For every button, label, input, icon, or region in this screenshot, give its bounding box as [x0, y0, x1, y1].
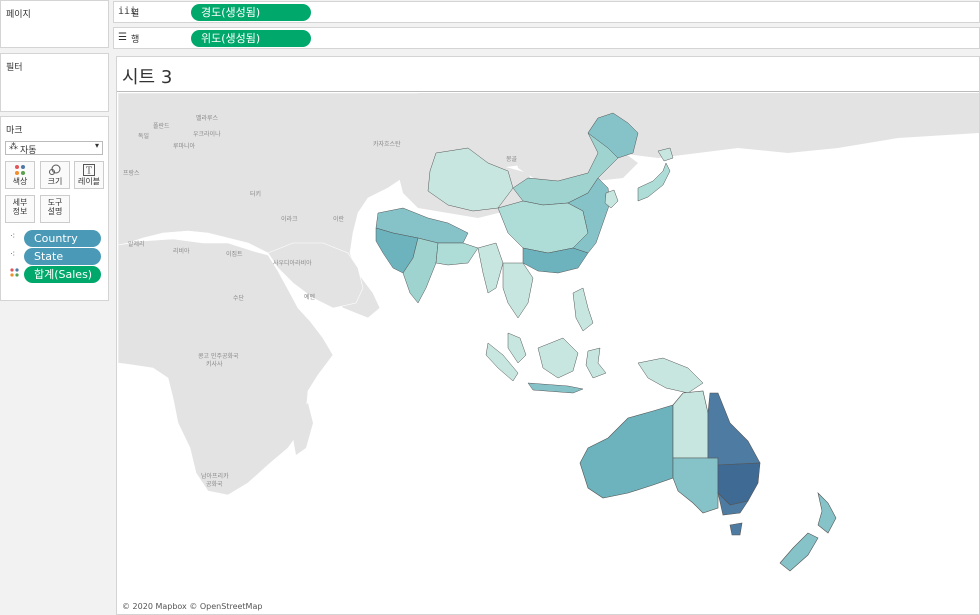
- label-south-africa-1: 남아프리카: [201, 472, 229, 480]
- region-india-east: [435, 242, 479, 266]
- region-japan: [637, 162, 671, 202]
- detail-label-2: 정보: [12, 207, 28, 216]
- svg-text:T: T: [86, 167, 92, 177]
- state-pill[interactable]: State: [24, 248, 101, 265]
- color-dots-icon: [10, 268, 19, 280]
- sales-pill[interactable]: 합계(Sales): [24, 266, 101, 283]
- mark-type-icon: ⁂: [9, 142, 18, 152]
- size-button-label: 크기: [47, 177, 63, 186]
- label-sudan: 수단: [233, 294, 245, 302]
- region-indochina: [502, 262, 534, 319]
- mark-field-state[interactable]: ⁖ State: [4, 248, 104, 265]
- detail-button[interactable]: 세부 정보: [5, 195, 35, 223]
- size-icon: [41, 164, 69, 177]
- region-new-zealand-south: [779, 532, 819, 572]
- map-canvas[interactable]: 카자흐스탄 몽골 터키 알제리 리비아 이집트 사우디아라비아 수단 예멘 이란…: [118, 93, 979, 614]
- label-button-label: 레이블: [77, 177, 101, 186]
- mark-type-label: 자동: [20, 146, 37, 156]
- rows-icon: ☰: [118, 32, 127, 43]
- longitude-pill[interactable]: 경도(생성됨): [191, 4, 311, 21]
- worksheet: 시트 3 카자흐스탄 몽골 터키 알제리 리비아 이집트 사우디아라비아 수단: [116, 56, 980, 615]
- region-malaysia: [507, 332, 527, 364]
- label-drc-1: 콩고 민주공화국: [198, 352, 239, 360]
- label-kazakhstan: 카자흐스탄: [373, 140, 401, 148]
- region-new-zealand-north: [817, 492, 837, 534]
- mark-field-country[interactable]: ⁖ Country: [4, 230, 104, 247]
- label-belarus: 벨라루스: [196, 114, 219, 122]
- rows-shelf[interactable]: ☰ 행 위도(생성됨): [113, 27, 980, 49]
- tooltip-label-1: 도구: [47, 198, 63, 207]
- mark-type-dropdown[interactable]: ⁂ 자동 ▾: [5, 141, 103, 156]
- label-romania: 루마니아: [173, 142, 196, 150]
- pages-panel[interactable]: 페이지: [0, 0, 109, 48]
- label-france: 프랑스: [123, 170, 140, 177]
- region-new-guinea: [637, 357, 704, 394]
- label-algeria: 알제리: [128, 240, 145, 248]
- columns-shelf[interactable]: iii 열 경도(생성됨): [113, 1, 980, 23]
- region-borneo: [537, 337, 579, 379]
- marks-title: 마크: [6, 126, 23, 136]
- country-pill[interactable]: Country: [24, 230, 101, 247]
- label-germany: 독일: [138, 132, 149, 140]
- sheet-title: 시트 3: [122, 67, 173, 88]
- detail-dots-icon: ⁖: [10, 250, 16, 260]
- tooltip-button[interactable]: 도구 설명: [40, 195, 70, 223]
- color-button-label: 색상: [12, 177, 28, 186]
- label-egypt: 이집트: [226, 250, 243, 258]
- label-turkey: 터키: [250, 190, 261, 198]
- filters-panel[interactable]: 필터: [0, 53, 109, 112]
- label-libya: 리비아: [173, 247, 190, 255]
- label-drc-2: 키사사: [206, 360, 223, 368]
- region-sulawesi: [585, 347, 607, 379]
- region-tasmania: [729, 522, 743, 536]
- region-china-central: [497, 200, 589, 254]
- label-south-africa-2: 공화국: [206, 481, 223, 488]
- region-myanmar: [477, 242, 504, 294]
- color-dots-icon: [6, 164, 34, 177]
- label-T-icon: T: [75, 164, 103, 177]
- mark-field-sales[interactable]: 합계(Sales): [4, 266, 104, 283]
- region-new-south-wales: [717, 462, 761, 506]
- region-philippines: [572, 287, 594, 332]
- sheet-title-box[interactable]: 시트 3: [117, 57, 979, 92]
- region-china-south: [522, 247, 589, 274]
- pages-title: 페이지: [6, 10, 31, 20]
- label-mongolia: 몽골: [506, 156, 518, 163]
- label-iraq: 이라크: [281, 215, 298, 223]
- region-northern-territory: [672, 390, 709, 459]
- region-java: [527, 382, 584, 394]
- columns-label: 열: [131, 9, 140, 19]
- label-iran: 이란: [333, 215, 345, 223]
- detail-dots-icon: ⁖: [10, 232, 16, 242]
- color-button[interactable]: 색상: [5, 161, 35, 189]
- label-ukraine: 우크라이나: [193, 130, 221, 138]
- region-south-australia: [672, 457, 719, 514]
- filters-title: 필터: [6, 63, 23, 73]
- chevron-down-icon: ▾: [94, 141, 99, 150]
- map-view[interactable]: 카자흐스탄 몽골 터키 알제리 리비아 이집트 사우디아라비아 수단 예멘 이란…: [118, 93, 979, 614]
- latitude-pill[interactable]: 위도(생성됨): [191, 30, 311, 47]
- rows-label: 행: [131, 35, 140, 45]
- label-button[interactable]: T 레이블: [74, 161, 104, 189]
- detail-label-1: 세부: [12, 198, 28, 207]
- label-saudi: 사우디아라비아: [273, 259, 312, 267]
- label-poland: 폴란드: [153, 123, 170, 130]
- tooltip-label-2: 설명: [47, 207, 63, 216]
- size-button[interactable]: 크기: [40, 161, 70, 189]
- region-queensland: [707, 392, 761, 466]
- map-attribution: © 2020 Mapbox © OpenStreetMap: [122, 602, 263, 611]
- label-yemen: 예멘: [304, 293, 316, 301]
- region-western-australia: [579, 404, 674, 499]
